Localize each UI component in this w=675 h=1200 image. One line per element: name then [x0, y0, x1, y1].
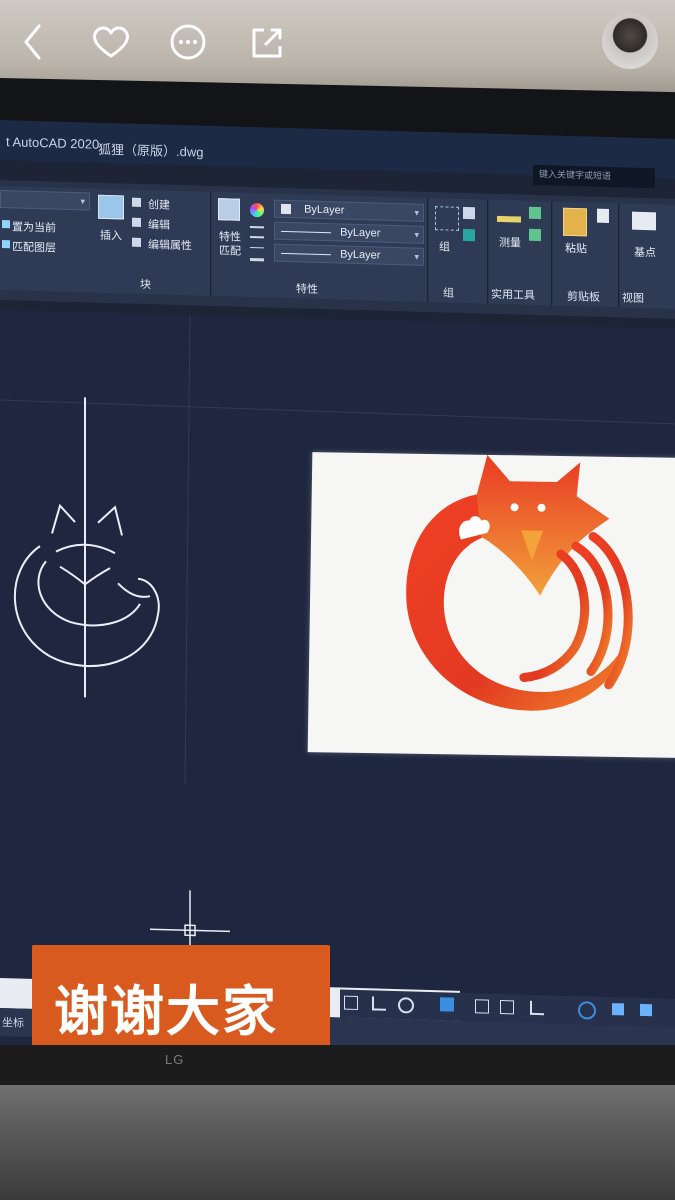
create-button[interactable]: 创建 — [148, 196, 170, 213]
edit-button[interactable]: 编辑 — [148, 216, 170, 233]
share-icon[interactable] — [248, 22, 288, 67]
calculator-icon — [529, 228, 541, 242]
logo-fox-head — [476, 454, 610, 596]
edit-block-icon — [132, 217, 141, 227]
utilities-panel: 测量 实用工具 — [489, 199, 552, 306]
desk — [0, 1085, 675, 1200]
color-swatch — [281, 203, 291, 215]
ungroup-icon — [463, 206, 475, 220]
grid-line — [0, 399, 675, 425]
insert-button[interactable]: 插入 — [100, 227, 122, 244]
grid-line — [184, 315, 191, 786]
ucs-toggle-icon[interactable] — [530, 1000, 544, 1016]
grid-toggle-icon[interactable] — [344, 995, 358, 1010]
file-title: 狐狸（原版）.dwg — [98, 141, 204, 160]
linetype-icon — [250, 225, 264, 239]
linetype-sample — [281, 230, 331, 233]
ortho-toggle-icon[interactable] — [372, 996, 386, 1011]
color-value: ByLayer — [304, 203, 345, 217]
ribbon: ▾ 置为当前 匹配图层 插入 创建 编辑 编辑属性 块 特性 匹配 ByLaye… — [0, 180, 675, 319]
insert-block-icon — [98, 194, 124, 220]
lineweight-dropdown[interactable]: ByLayer ▾ — [274, 243, 424, 266]
layer-panel: ▾ 置为当前 匹配图层 — [0, 186, 96, 293]
properties-panel: 特性 匹配 ByLayer ▾ ByLayer ▾ ByLayer ▾ 特性 — [212, 191, 428, 302]
color-wheel-icon — [250, 202, 264, 218]
app-title: t AutoCAD 2020 — [6, 134, 100, 152]
quick-select-icon — [529, 206, 541, 220]
base-view-icon — [632, 211, 656, 231]
group-icon — [435, 206, 459, 231]
set-current-icon — [2, 220, 10, 229]
heart-icon[interactable] — [90, 22, 132, 67]
annotation-icon[interactable] — [612, 1003, 624, 1016]
linetype-value: ByLayer — [340, 226, 381, 240]
paste-icon — [563, 207, 587, 237]
lineweight-toggle-icon[interactable] — [475, 999, 489, 1014]
set-current-button[interactable]: 置为当前 — [12, 218, 56, 235]
match-layer-icon — [2, 240, 10, 249]
properties-panel-label[interactable]: 特性 — [296, 280, 318, 297]
group-edit-icon — [463, 228, 475, 242]
match-properties-button-2[interactable]: 匹配 — [219, 242, 241, 259]
measure-icon — [497, 215, 521, 223]
osnap-toggle-icon[interactable] — [440, 997, 454, 1012]
paste-button[interactable]: 粘贴 — [565, 240, 587, 257]
polar-toggle-icon[interactable] — [398, 997, 414, 1014]
edit-attributes-button[interactable]: 编辑属性 — [148, 236, 192, 253]
clipboard-panel-label[interactable]: 剪贴板 — [567, 288, 600, 305]
chevron-left-icon[interactable] — [20, 22, 46, 67]
avatar[interactable] — [602, 13, 658, 69]
view-panel-label[interactable]: 视图 — [622, 289, 644, 306]
caption-text: 谢谢大家 — [54, 980, 278, 1043]
create-block-icon — [132, 197, 141, 207]
block-panel: 插入 创建 编辑 编辑属性 块 — [92, 188, 211, 296]
block-panel-label[interactable]: 块 — [140, 276, 151, 292]
groups-panel-label[interactable]: 组 — [443, 284, 454, 300]
transparency-toggle-icon[interactable] — [500, 999, 514, 1015]
group-button[interactable]: 组 — [439, 238, 450, 254]
match-properties-icon — [218, 198, 240, 221]
edit-attributes-icon — [132, 237, 141, 247]
clipboard-panel: 粘贴 剪贴板 — [553, 201, 619, 308]
fox-logo-photo — [307, 452, 675, 758]
match-layer-button[interactable]: 匹配图层 — [12, 238, 56, 255]
fox-logo — [406, 454, 633, 711]
more-icon[interactable] — [168, 22, 208, 67]
color-dropdown[interactable]: ByLayer ▾ — [274, 199, 424, 222]
monitor-brand: LG — [165, 1052, 185, 1067]
linetype-dropdown[interactable]: ByLayer ▾ — [274, 221, 424, 244]
measure-button[interactable]: 测量 — [499, 234, 521, 251]
gizmo-toggle-icon[interactable] — [578, 1001, 596, 1020]
status-left-label: 坐标 — [2, 1017, 24, 1030]
copy-icon — [597, 208, 609, 224]
lineweight-sample — [281, 252, 331, 255]
utilities-panel-label[interactable]: 实用工具 — [491, 286, 535, 303]
lineweight-value: ByLayer — [340, 248, 381, 262]
lineweight-icon — [250, 246, 264, 262]
base-button[interactable]: 基点 — [634, 244, 656, 261]
groups-panel: 组 组 — [429, 197, 488, 304]
layer-dropdown[interactable]: ▾ — [0, 190, 90, 211]
search-input[interactable]: 键入关键字或短语 — [533, 164, 655, 189]
caption-banner: 谢谢大家 — [32, 945, 330, 1055]
view-panel: 基点 视图 — [620, 203, 675, 310]
fox-outline-drawing — [13, 397, 160, 698]
annotation-scale-icon[interactable] — [640, 1003, 652, 1017]
